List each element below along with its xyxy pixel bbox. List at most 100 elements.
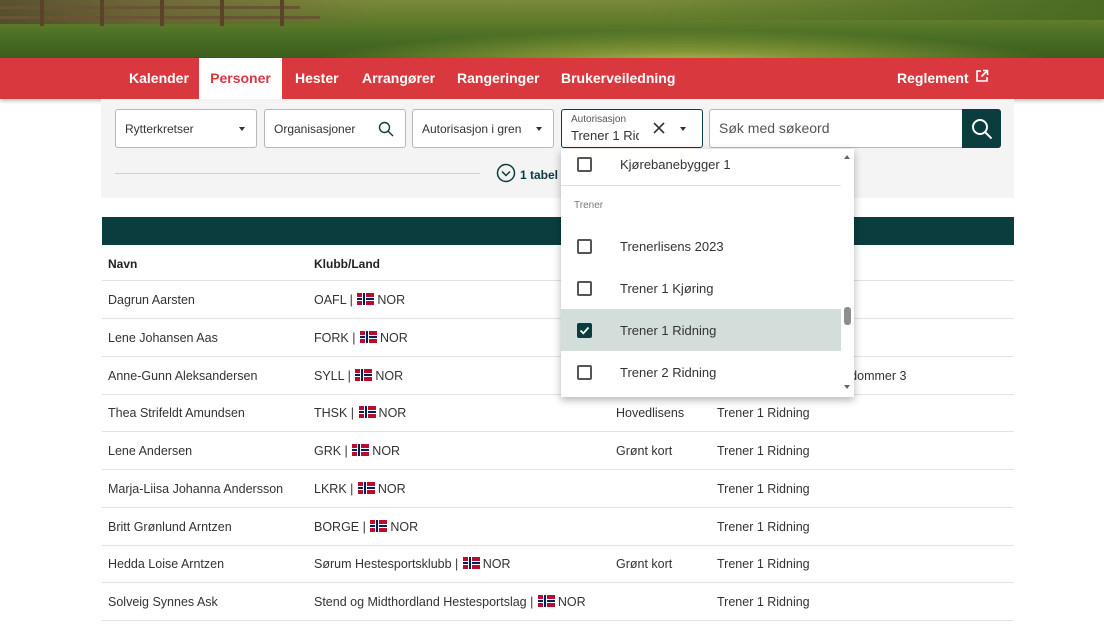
club-country: SYLL | NOR bbox=[314, 369, 403, 383]
club-name: Sørum Hestesportsklubb | bbox=[314, 557, 459, 571]
table-row[interactable]: Marja-Liisa Johanna Andersson LKRK | NOR… bbox=[102, 470, 1014, 508]
search-icon bbox=[378, 121, 394, 140]
table-row[interactable]: Anne-Gunn Aleksandersen SYLL | NOR rdomm… bbox=[102, 357, 1014, 395]
country-code: NOR bbox=[372, 444, 401, 458]
close-icon[interactable] bbox=[652, 121, 666, 138]
country-code: NOR bbox=[482, 557, 511, 571]
table-row[interactable]: Solveig Synnes Ask Stend og Midthordland… bbox=[102, 583, 1014, 621]
table-row[interactable]: Lene Johansen Aas FORK | NOR bbox=[102, 319, 1014, 357]
club-name: OAFL | bbox=[314, 293, 353, 307]
nav-hester[interactable]: Hester bbox=[295, 58, 339, 99]
column-header-club[interactable]: Klubb/Land bbox=[314, 257, 380, 271]
scroll-down-arrow-icon[interactable] bbox=[844, 385, 850, 389]
table-row[interactable]: Lene Andersen GRK | NOR Grønt kort Trene… bbox=[102, 432, 1014, 470]
country-code: NOR bbox=[379, 331, 408, 345]
checkbox[interactable] bbox=[577, 157, 592, 172]
norway-flag-icon bbox=[358, 406, 376, 418]
club-country: FORK | NOR bbox=[314, 331, 408, 345]
club-name: THSK | bbox=[314, 406, 355, 420]
club-country: GRK | NOR bbox=[314, 444, 400, 458]
country-code: NOR bbox=[377, 293, 406, 307]
search-input[interactable] bbox=[719, 120, 949, 136]
divider bbox=[561, 185, 841, 186]
search-icon bbox=[972, 119, 993, 140]
autorisasjon-dropdown: Kjørebanebygger 1 Trener Trenerlisens 20… bbox=[561, 149, 854, 397]
nav-reglement[interactable]: Reglement bbox=[897, 58, 989, 99]
authorization: Trener 1 Ridning bbox=[717, 557, 810, 571]
country-code: NOR bbox=[557, 595, 586, 609]
norway-flag-icon bbox=[370, 520, 388, 532]
option-trenerlisens-2023[interactable]: Trenerlisens 2023 bbox=[561, 225, 841, 267]
autorisasjon-i-gren-label: Autorisasjon i gren bbox=[422, 122, 522, 136]
nav-rangeringer[interactable]: Rangeringer bbox=[457, 58, 539, 99]
option-trener-1-kjoring[interactable]: Trener 1 Kjøring bbox=[561, 267, 841, 309]
check-icon bbox=[579, 326, 590, 335]
filter-panel: Rytterkretser Organisasjoner Autorisasjo… bbox=[101, 99, 1014, 198]
norway-flag-icon bbox=[462, 557, 480, 569]
search-button[interactable] bbox=[962, 109, 1001, 148]
organisasjoner-input[interactable]: Organisasjoner bbox=[264, 109, 406, 148]
autorisasjon-value: Trener 1 Ridning bbox=[571, 128, 639, 143]
license: Grønt kort bbox=[616, 557, 673, 571]
scrollbar-thumb[interactable] bbox=[844, 307, 851, 325]
norway-flag-icon bbox=[359, 331, 377, 343]
option-trener-2-ridning[interactable]: Trener 2 Ridning bbox=[561, 351, 841, 393]
table-row[interactable]: Dagrun Aarsten OAFL | NOR bbox=[102, 281, 1014, 319]
authorization: Trener 1 Ridning bbox=[717, 595, 810, 609]
norway-flag-icon bbox=[357, 482, 375, 494]
norway-flag-icon bbox=[537, 595, 555, 607]
club-name: Stend og Midthordland Hestesportslag | bbox=[314, 595, 534, 609]
table-row[interactable]: Hedda Loise Arntzen Sørum Hestesportsklu… bbox=[102, 545, 1014, 583]
divider bbox=[115, 173, 480, 174]
license: Hovedlisens bbox=[616, 406, 685, 420]
club-country: LKRK | NOR bbox=[314, 482, 406, 496]
country-code: NOR bbox=[378, 406, 407, 420]
club-country: Stend og Midthordland Hestesportslag | N… bbox=[314, 595, 586, 609]
nav-personer[interactable]: Personer bbox=[199, 58, 282, 99]
table-toggle-label: 1 tabel bbox=[520, 167, 559, 182]
person-name: Lene Johansen Aas bbox=[108, 331, 218, 345]
nav-kalender[interactable]: Kalender bbox=[129, 58, 189, 99]
checkbox[interactable] bbox=[577, 239, 592, 254]
option-kjorebanebygger-1[interactable]: Kjørebanebygger 1 bbox=[561, 149, 841, 185]
license: Grønt kort bbox=[616, 444, 673, 458]
table-toggle[interactable]: 1 tabel bbox=[496, 163, 558, 186]
person-name: Lene Andersen bbox=[108, 444, 193, 458]
person-name: Solveig Synnes Ask bbox=[108, 595, 218, 609]
chevron-down-icon bbox=[536, 127, 542, 131]
table-row[interactable]: Britt Grønlund Arntzen BORGE | NOR Trene… bbox=[102, 508, 1014, 546]
chevron-down-circle-icon bbox=[496, 163, 516, 186]
country-code: NOR bbox=[390, 520, 419, 534]
person-name: Britt Grønlund Arntzen bbox=[108, 520, 232, 534]
norway-flag-icon bbox=[357, 293, 375, 305]
option-trener-1-ridning[interactable]: Trener 1 Ridning bbox=[561, 309, 841, 351]
column-header-name[interactable]: Navn bbox=[108, 257, 137, 271]
country-code: NOR bbox=[375, 369, 404, 383]
table-row[interactable]: Thea Strifeldt Amundsen THSK | NOR Hoved… bbox=[102, 394, 1014, 432]
club-country: BORGE | NOR bbox=[314, 520, 418, 534]
nav-brukerveiledning[interactable]: Brukerveiledning bbox=[561, 58, 675, 99]
autorisasjon-select[interactable]: Autorisasjon Trener 1 Ridning bbox=[561, 109, 703, 148]
club-country: THSK | NOR bbox=[314, 406, 406, 420]
fence-decoration bbox=[0, 0, 330, 30]
scroll-up-arrow-icon[interactable] bbox=[844, 155, 850, 159]
checkbox[interactable] bbox=[577, 365, 592, 380]
checkbox[interactable] bbox=[577, 281, 592, 296]
autorisasjon-i-gren-select[interactable]: Autorisasjon i gren bbox=[412, 109, 554, 148]
hero-banner bbox=[0, 0, 1104, 58]
checkbox-checked[interactable] bbox=[577, 323, 592, 338]
club-name: BORGE | bbox=[314, 520, 366, 534]
nav-arrangorer[interactable]: Arrangører bbox=[362, 58, 435, 99]
person-name: Marja-Liisa Johanna Andersson bbox=[108, 482, 284, 496]
authorization: rdommer 3 bbox=[846, 369, 907, 383]
option-label: Trener 1 Kjøring bbox=[620, 281, 714, 296]
authorization: Trener 1 Ridning bbox=[717, 406, 810, 420]
rytterkretser-label: Rytterkretser bbox=[125, 122, 194, 136]
rytterkretser-select[interactable]: Rytterkretser bbox=[115, 109, 257, 148]
authorization: Trener 1 Ridning bbox=[717, 444, 810, 458]
nav-reglement-label: Reglement bbox=[897, 70, 969, 86]
club-country: OAFL | NOR bbox=[314, 293, 405, 307]
chevron-down-icon[interactable] bbox=[680, 127, 686, 131]
club-name: SYLL | bbox=[314, 369, 351, 383]
option-label: Trenerlisens 2023 bbox=[620, 239, 724, 254]
